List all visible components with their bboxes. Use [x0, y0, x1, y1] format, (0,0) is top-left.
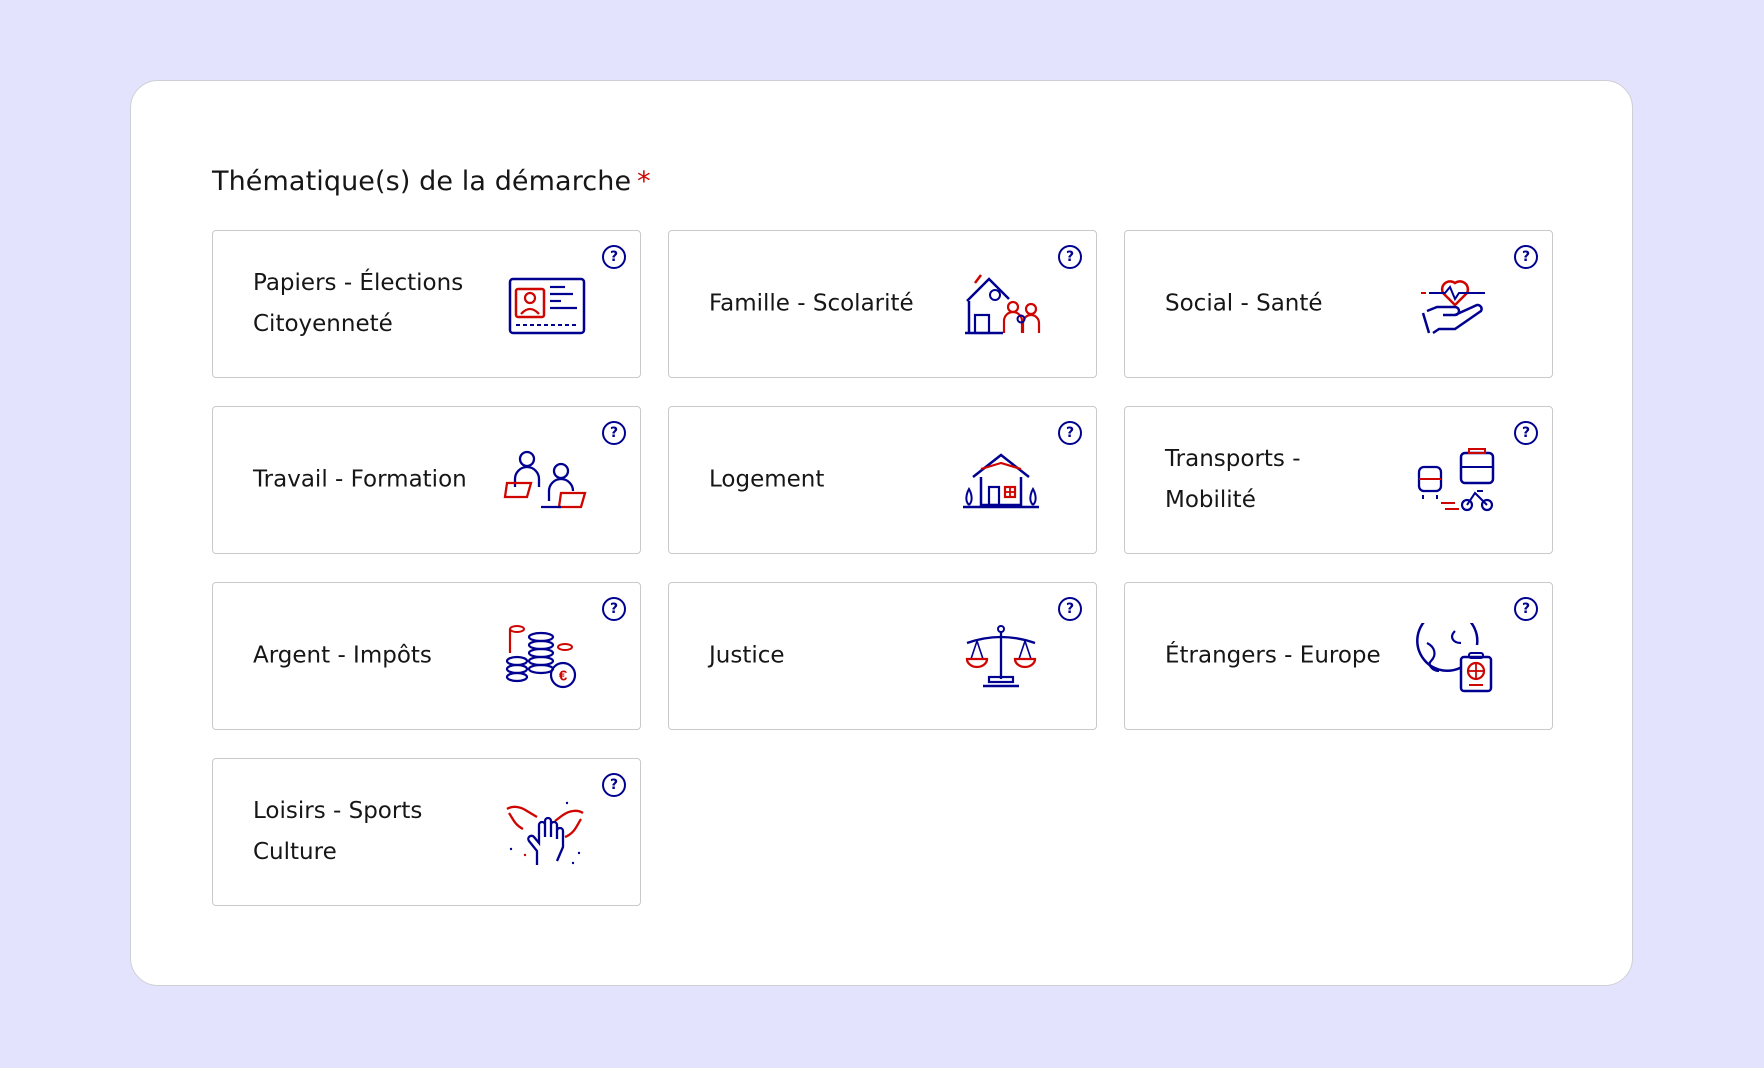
- help-icon[interactable]: ?: [1058, 421, 1082, 445]
- theme-label: Logement: [709, 466, 825, 493]
- coins-euro-icon: €: [505, 625, 577, 689]
- id-card-icon: [508, 277, 586, 335]
- help-icon[interactable]: ?: [1058, 245, 1082, 269]
- form-panel: Thématique(s) de la démarche * Papiers - …: [130, 80, 1633, 986]
- theme-card-argent[interactable]: Argent - Impôts € ?: [212, 582, 641, 730]
- theme-label: Papiers - Élections Citoyenneté: [253, 270, 464, 337]
- theme-label: Social - Santé: [1165, 290, 1323, 317]
- scales-icon: [965, 625, 1037, 688]
- theme-card-logement[interactable]: Logement ?: [668, 406, 1097, 554]
- help-icon[interactable]: ?: [1514, 421, 1538, 445]
- help-icon[interactable]: ?: [602, 597, 626, 621]
- work-laptop-icon: [503, 450, 587, 509]
- globe-passport-icon: [1416, 623, 1493, 693]
- theme-label: Étrangers - Europe: [1165, 642, 1381, 669]
- hands-icon: [506, 801, 584, 865]
- form-title: Thématique(s) de la démarche *: [212, 166, 651, 197]
- help-icon[interactable]: ?: [602, 245, 626, 269]
- family-school-icon: [965, 274, 1041, 335]
- house-icon: [963, 453, 1039, 509]
- theme-label: Transports - Mobilité: [1165, 446, 1301, 513]
- theme-card-loisirs[interactable]: Loisirs - Sports Culture ?: [212, 758, 641, 906]
- form-title-text: Thématique(s) de la démarche: [212, 166, 632, 197]
- svg-text:€: €: [559, 668, 568, 685]
- theme-label: Famille - Scolarité: [709, 290, 914, 317]
- theme-label: Travail - Formation: [253, 466, 467, 493]
- theme-card-travail[interactable]: Travail - Formation ?: [212, 406, 641, 554]
- theme-card-transports[interactable]: Transports - Mobilité ?: [1124, 406, 1553, 554]
- theme-label: Loisirs - Sports Culture: [253, 798, 423, 865]
- help-icon[interactable]: ?: [1514, 597, 1538, 621]
- theme-label: Argent - Impôts: [253, 642, 432, 669]
- help-icon[interactable]: ?: [1514, 245, 1538, 269]
- required-mark: *: [637, 166, 651, 197]
- theme-card-social[interactable]: Social - Santé ?: [1124, 230, 1553, 378]
- theme-card-famille[interactable]: Famille - Scolarité ?: [668, 230, 1097, 378]
- heart-hand-icon: [1421, 280, 1485, 335]
- help-icon[interactable]: ?: [602, 421, 626, 445]
- help-icon[interactable]: ?: [1058, 597, 1082, 621]
- theme-card-justice[interactable]: Justice ?: [668, 582, 1097, 730]
- theme-card-papiers[interactable]: Papiers - Élections Citoyenneté ?: [212, 230, 641, 378]
- theme-card-etrangers[interactable]: Étrangers - Europe ?: [1124, 582, 1553, 730]
- transport-icon: [1417, 448, 1495, 512]
- help-icon[interactable]: ?: [602, 773, 626, 797]
- theme-grid: Papiers - Élections Citoyenneté ? Famill…: [212, 230, 1553, 906]
- theme-label: Justice: [709, 642, 785, 669]
